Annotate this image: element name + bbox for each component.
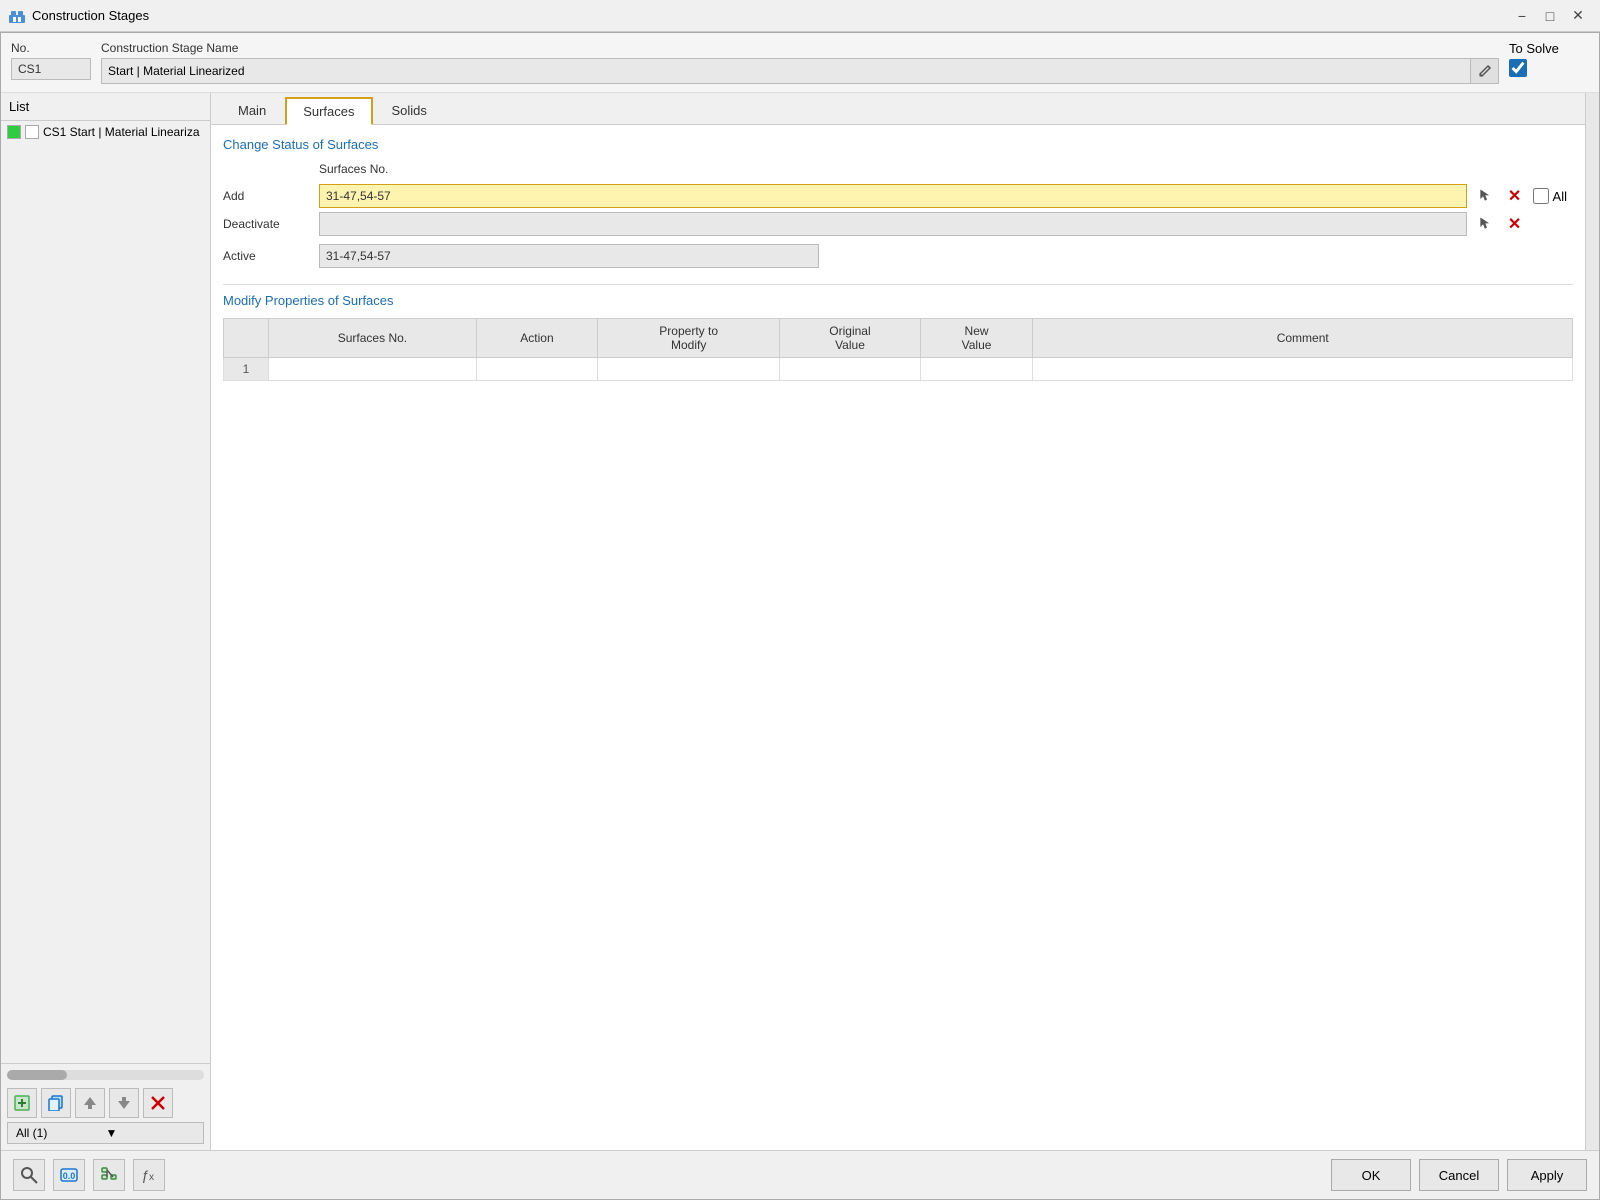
col-property-header: Property toModify (598, 319, 780, 358)
titlebar: Construction Stages − □ ✕ (0, 0, 1600, 32)
props-table-head: Surfaces No. Action Property toModify Or… (224, 319, 1573, 358)
col-comment-header: Comment (1033, 319, 1573, 358)
list-item-color-box (7, 125, 21, 139)
status-grid: Surfaces No. Add ✕ (223, 162, 1573, 236)
col-new-header: NewValue (920, 319, 1033, 358)
col-surfaces-header: Surfaces No. (269, 319, 477, 358)
all-dropdown[interactable]: All (1) ▼ (7, 1122, 204, 1144)
tosolve-label: To Solve (1509, 41, 1559, 56)
delete-stage-button[interactable] (143, 1088, 173, 1118)
list-item[interactable]: CS1 Start | Material Lineariza (1, 121, 210, 143)
formula-tool-button[interactable]: ƒx (133, 1159, 165, 1191)
dialog-body: List CS1 Start | Material Lineariza (1, 93, 1599, 1150)
tab-bar: Main Surfaces Solids (211, 93, 1585, 125)
deactivate-clear-x-icon: ✕ (1508, 214, 1521, 234)
move-up-button[interactable] (75, 1088, 105, 1118)
svg-text:ƒ: ƒ (141, 1167, 149, 1183)
list-footer: All (1) ▼ (1, 1063, 210, 1150)
name-field: Construction Stage Name (101, 41, 1499, 84)
active-label: Active (223, 249, 313, 263)
window-title: Construction Stages (32, 8, 1508, 23)
deactivate-input[interactable] (319, 212, 1467, 236)
cell-new[interactable] (920, 358, 1033, 381)
deactivate-label: Deactivate (223, 217, 313, 231)
scrollbar-track[interactable] (7, 1070, 204, 1080)
svg-text:x: x (149, 1172, 154, 1183)
list-panel: List CS1 Start | Material Lineariza (1, 93, 211, 1150)
maximize-button[interactable]: □ (1536, 2, 1564, 30)
modify-props-section: Modify Properties of Surfaces Surfaces N… (223, 293, 1573, 381)
all-checkbox-label: All (1553, 189, 1567, 204)
content-area: Change Status of Surfaces Surfaces No. A… (211, 125, 1585, 1150)
cancel-button[interactable]: Cancel (1419, 1159, 1499, 1191)
app-icon (8, 7, 26, 25)
tab-solids[interactable]: Solids (375, 97, 444, 124)
col-action-header: Action (476, 319, 597, 358)
tab-main[interactable]: Main (221, 97, 283, 124)
section-divider (223, 284, 1573, 285)
props-table-header-row: Surfaces No. Action Property toModify Or… (224, 319, 1573, 358)
numeric-tool-button[interactable]: 0.0 (53, 1159, 85, 1191)
props-table-body: 1 (224, 358, 1573, 381)
active-input[interactable] (319, 244, 819, 268)
deactivate-select-button[interactable] (1473, 212, 1497, 236)
add-label: Add (223, 189, 313, 203)
props-table: Surfaces No. Action Property toModify Or… (223, 318, 1573, 381)
tab-surfaces[interactable]: Surfaces (285, 97, 372, 125)
list-content[interactable]: CS1 Start | Material Lineariza (1, 121, 210, 1063)
main-content: Main Surfaces Solids Change Status of Su… (211, 93, 1585, 1150)
row-num: 1 (224, 358, 269, 381)
cell-action[interactable] (476, 358, 597, 381)
add-clear-x-icon: ✕ (1508, 186, 1521, 206)
name-edit-button[interactable] (1471, 58, 1499, 84)
apply-button[interactable]: Apply (1507, 1159, 1587, 1191)
surfaces-no-col-header: Surfaces No. (319, 162, 1467, 180)
chevron-down-icon: ▼ (106, 1126, 196, 1140)
name-row (101, 58, 1499, 84)
list-item-square (25, 125, 39, 139)
tosolve-checkbox[interactable] (1509, 59, 1527, 77)
change-status-title: Change Status of Surfaces (223, 137, 1573, 152)
no-label: No. (11, 41, 91, 55)
name-label: Construction Stage Name (101, 41, 1499, 55)
change-status-section: Change Status of Surfaces Surfaces No. A… (223, 137, 1573, 268)
no-field: No. (11, 41, 91, 84)
add-select-button[interactable] (1473, 184, 1497, 208)
add-stage-button[interactable] (7, 1088, 37, 1118)
footer-toolbar (7, 1088, 204, 1118)
right-scrollbar[interactable] (1585, 93, 1599, 1150)
bottom-toolbar: 0.0 ƒx OK Cancel Apply (1, 1150, 1599, 1199)
all-dropdown-label: All (1) (16, 1126, 106, 1140)
cell-property[interactable] (598, 358, 780, 381)
name-input[interactable] (101, 58, 1471, 84)
main-dialog: No. Construction Stage Name To Solve Lis… (0, 32, 1600, 1200)
list-item-label: CS1 Start | Material Lineariza (43, 125, 200, 139)
deactivate-clear-button[interactable]: ✕ (1503, 212, 1527, 236)
add-clear-button[interactable]: ✕ (1503, 184, 1527, 208)
cell-original[interactable] (780, 358, 920, 381)
scrollbar-thumb[interactable] (7, 1070, 67, 1080)
cell-comment[interactable] (1033, 358, 1573, 381)
all-checkbox-wrap: All (1533, 188, 1567, 204)
no-input[interactable] (11, 58, 91, 80)
add-input[interactable] (319, 184, 1467, 208)
active-row: Active (223, 244, 1573, 268)
cell-surfaces[interactable] (269, 358, 477, 381)
dialog-header: No. Construction Stage Name To Solve (1, 33, 1599, 93)
tree-tool-button[interactable] (93, 1159, 125, 1191)
modify-props-title: Modify Properties of Surfaces (223, 293, 1573, 308)
list-header: List (1, 93, 210, 121)
svg-text:0.0: 0.0 (63, 1171, 76, 1181)
col-num-header (224, 319, 269, 358)
minimize-button[interactable]: − (1508, 2, 1536, 30)
col-original-header: OriginalValue (780, 319, 920, 358)
ok-button[interactable]: OK (1331, 1159, 1411, 1191)
search-tool-button[interactable] (13, 1159, 45, 1191)
table-row: 1 (224, 358, 1573, 381)
copy-stage-button[interactable] (41, 1088, 71, 1118)
move-down-button[interactable] (109, 1088, 139, 1118)
all-checkbox[interactable] (1533, 188, 1549, 204)
close-button[interactable]: ✕ (1564, 2, 1592, 30)
tosolve-field: To Solve (1509, 41, 1589, 84)
